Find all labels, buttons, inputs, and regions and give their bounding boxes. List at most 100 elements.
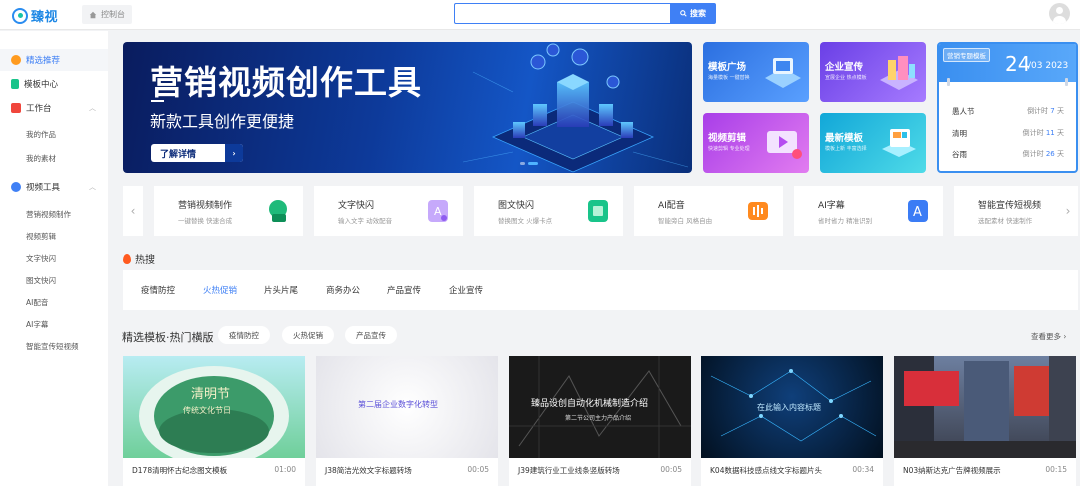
sidebar-sub-tool[interactable]: 智能宣传短视频 <box>26 341 79 352</box>
tile-video-edit[interactable]: 视频剪辑 快速剪辑 专业处理 <box>703 113 809 173</box>
tile-enterprise-promo[interactable]: 企业宣传 宣展企业 热点模板 <box>820 42 926 102</box>
tool-smart-promo-video[interactable]: 智能宣传短视频 选配素材 快速制作 <box>954 186 1058 236</box>
tool-ai-voice[interactable]: AI配音 智能旁白 风格自由 <box>634 186 783 236</box>
logo[interactable]: 臻视 <box>12 6 58 25</box>
countdown-days: 7 <box>1050 107 1055 115</box>
chevron-right-icon: › <box>225 144 243 162</box>
card-title: K04数据科技感点线文字标题片头 <box>710 466 822 475</box>
divider <box>463 186 474 236</box>
hot-tab[interactable]: 疫情防控 <box>141 284 175 296</box>
hot-tab[interactable]: 产品宣传 <box>387 284 421 296</box>
card-title: J39建筑行业工业线条竖版转场 <box>518 466 620 475</box>
hot-search-heading: 热搜 <box>123 251 155 266</box>
banner-title: 营销视频创作工具 <box>150 63 422 102</box>
calendar-day: 24 <box>1005 52 1031 76</box>
filter-pill[interactable]: 产品宣传 <box>345 326 397 344</box>
chevron-up-icon: ︿ <box>89 104 96 112</box>
thumb-title: 臻品设创自动化机械制造介绍 <box>531 397 648 409</box>
card-duration: 00:15 <box>1045 465 1067 474</box>
tile-template-square[interactable]: 模板广场 海量模板 一键替换 <box>703 42 809 102</box>
sidebar-sub-tool[interactable]: 营销视频制作 <box>26 209 71 220</box>
sidebar-sub-my-assets[interactable]: 我的素材 <box>26 153 56 164</box>
carousel-dot-active[interactable] <box>528 162 538 165</box>
tools-carousel: ‹ 营销视频制作 一键替换 快速合成 文字快闪 输入文字 动效配音 A 图文快闪… <box>123 186 1078 236</box>
marketing-video-icon <box>269 200 287 222</box>
tool-image-flash[interactable]: 图文快闪 替换图文 火爆卡点 <box>474 186 623 236</box>
thumb-title: 在此输入内容标题 <box>757 402 821 412</box>
sidebar-sub-tool[interactable]: 视频剪辑 <box>26 231 56 242</box>
thumb-title: 第二届企业数字化转型 <box>358 399 438 409</box>
image-flash-icon <box>588 200 608 222</box>
tile-subtitle: 宣展企业 热点模板 <box>825 75 867 81</box>
tile-subtitle: 模板上新 丰富选择 <box>825 146 867 152</box>
briefcase-icon <box>11 103 21 113</box>
sidebar-item-video-tools[interactable]: 视频工具 ︿ <box>0 176 108 198</box>
star-icon <box>11 55 21 65</box>
console-button[interactable]: 控制台 <box>82 5 132 24</box>
sidebar-sub-tool[interactable]: AI字幕 <box>26 319 48 330</box>
countdown-days: 11 <box>1045 129 1055 137</box>
hot-tab-active[interactable]: 火热促销 <box>203 284 237 296</box>
sidebar-sub-tool[interactable]: 文字快闪 <box>26 253 56 264</box>
template-card[interactable]: 在此输入内容标题 K04数据科技感点线文字标题片头 00:34 <box>701 356 883 486</box>
banner-subtitle: 新款工具创作更便捷 <box>150 112 295 131</box>
filter-pill[interactable]: 火热促销 <box>282 326 334 344</box>
tool-title: 文字快闪 <box>338 201 375 211</box>
tool-text-flash[interactable]: 文字快闪 输入文字 动效配音 A <box>314 186 463 236</box>
home-icon <box>89 11 97 18</box>
card-duration: 00:05 <box>467 465 489 474</box>
calendar-row[interactable]: 清明 倒计时 11 天 <box>952 128 1064 139</box>
qingming-illustration: 清明节 传统文化节日 <box>139 366 289 458</box>
tool-ai-subtitle[interactable]: AI字幕 省时省力 精准识别 A <box>794 186 943 236</box>
industrial-lines-illustration: 臻品设创自动化机械制造介绍 第二节公司主力产品介绍 <box>509 356 691 458</box>
template-card[interactable]: 第二届企业数字化转型 J38简洁光效文字标题转场 00:05 <box>316 356 498 486</box>
tile-latest-templates[interactable]: 最新模板 模板上新 丰富选择 <box>820 113 926 173</box>
calendar-ring <box>1065 78 1068 86</box>
template-card[interactable]: 臻品设创自动化机械制造介绍 第二节公司主力产品介绍 J39建筑行业工业线条竖版转… <box>509 356 691 486</box>
search-input[interactable] <box>454 3 670 24</box>
chevron-left-icon[interactable]: ‹ <box>123 186 143 236</box>
svg-text:A: A <box>434 205 442 218</box>
thumb-subtitle: 传统文化节日 <box>183 405 231 415</box>
calendar-row[interactable]: 谷雨 倒计时 26 天 <box>952 149 1064 160</box>
sidebar-item-workbench[interactable]: 工作台 ︿ <box>0 97 108 119</box>
carousel-dot[interactable] <box>520 162 525 165</box>
card-title: D178清明怀古纪念图文模板 <box>132 466 228 475</box>
tool-title: 智能宣传短视频 <box>978 201 1042 211</box>
phone-icon <box>11 79 19 89</box>
template-card[interactable]: 清明节 传统文化节日 D178清明怀古纪念图文模板 01:00 <box>123 356 305 486</box>
text-flash-icon: A <box>428 200 448 222</box>
thumb-title: 清明节 <box>191 387 230 402</box>
sidebar-item-featured[interactable]: 精选推荐 <box>0 49 108 71</box>
view-more-link[interactable]: 查看更多 › <box>1031 331 1066 342</box>
hot-tab[interactable]: 商务办公 <box>326 284 360 296</box>
search-button[interactable]: 搜索 <box>670 3 716 24</box>
countdown-suffix: 天 <box>1057 129 1064 137</box>
ai-subtitle-icon: A <box>908 200 928 222</box>
template-card[interactable]: N03纳斯达克广告牌视频展示 00:15 <box>894 356 1076 486</box>
sidebar-sub-my-works[interactable]: 我的作品 <box>26 129 56 140</box>
learn-more-button[interactable]: 了解详情 › <box>151 144 243 162</box>
console-label: 控制台 <box>101 10 125 19</box>
filter-pill[interactable]: 疫情防控 <box>218 326 270 344</box>
tile-title: 模板广场 <box>708 62 747 73</box>
sidebar-item-label: 精选推荐 <box>26 56 61 66</box>
tile-subtitle: 快速剪辑 专业处理 <box>708 146 750 152</box>
countdown-prefix: 倒计时 <box>1022 150 1044 158</box>
calendar-month-year: /03 2023 <box>1028 61 1069 71</box>
banner-divider <box>151 100 164 102</box>
tool-marketing-video[interactable]: 营销视频制作 一键替换 快速合成 <box>154 186 303 236</box>
isometric-blockchain-illustration <box>462 43 689 173</box>
calendar-row[interactable]: 愚人节 倒计时 7 天 <box>952 106 1064 117</box>
hot-tab[interactable]: 片头片尾 <box>264 284 298 296</box>
chevron-right-icon[interactable]: › <box>1058 186 1078 236</box>
sidebar-item-templates[interactable]: 模板中心 <box>0 73 108 95</box>
user-avatar-icon[interactable] <box>1049 3 1070 24</box>
marketing-calendar[interactable]: 营销专题模板 24 /03 2023 愚人节 倒计时 7 天 清明 倒计时 11… <box>937 42 1078 173</box>
hero-banner[interactable]: 营销视频创作工具 新款工具创作更便捷 了解详情 › <box>123 42 692 173</box>
hot-search-bar: 疫情防控 火热促销 片头片尾 商务办公 产品宣传 企业宣传 <box>123 270 1078 310</box>
hot-tab[interactable]: 企业宣传 <box>449 284 483 296</box>
sidebar-sub-tool[interactable]: 图文快闪 <box>26 275 56 286</box>
sidebar-sub-tool[interactable]: AI配音 <box>26 297 48 308</box>
search-icon <box>680 10 687 17</box>
